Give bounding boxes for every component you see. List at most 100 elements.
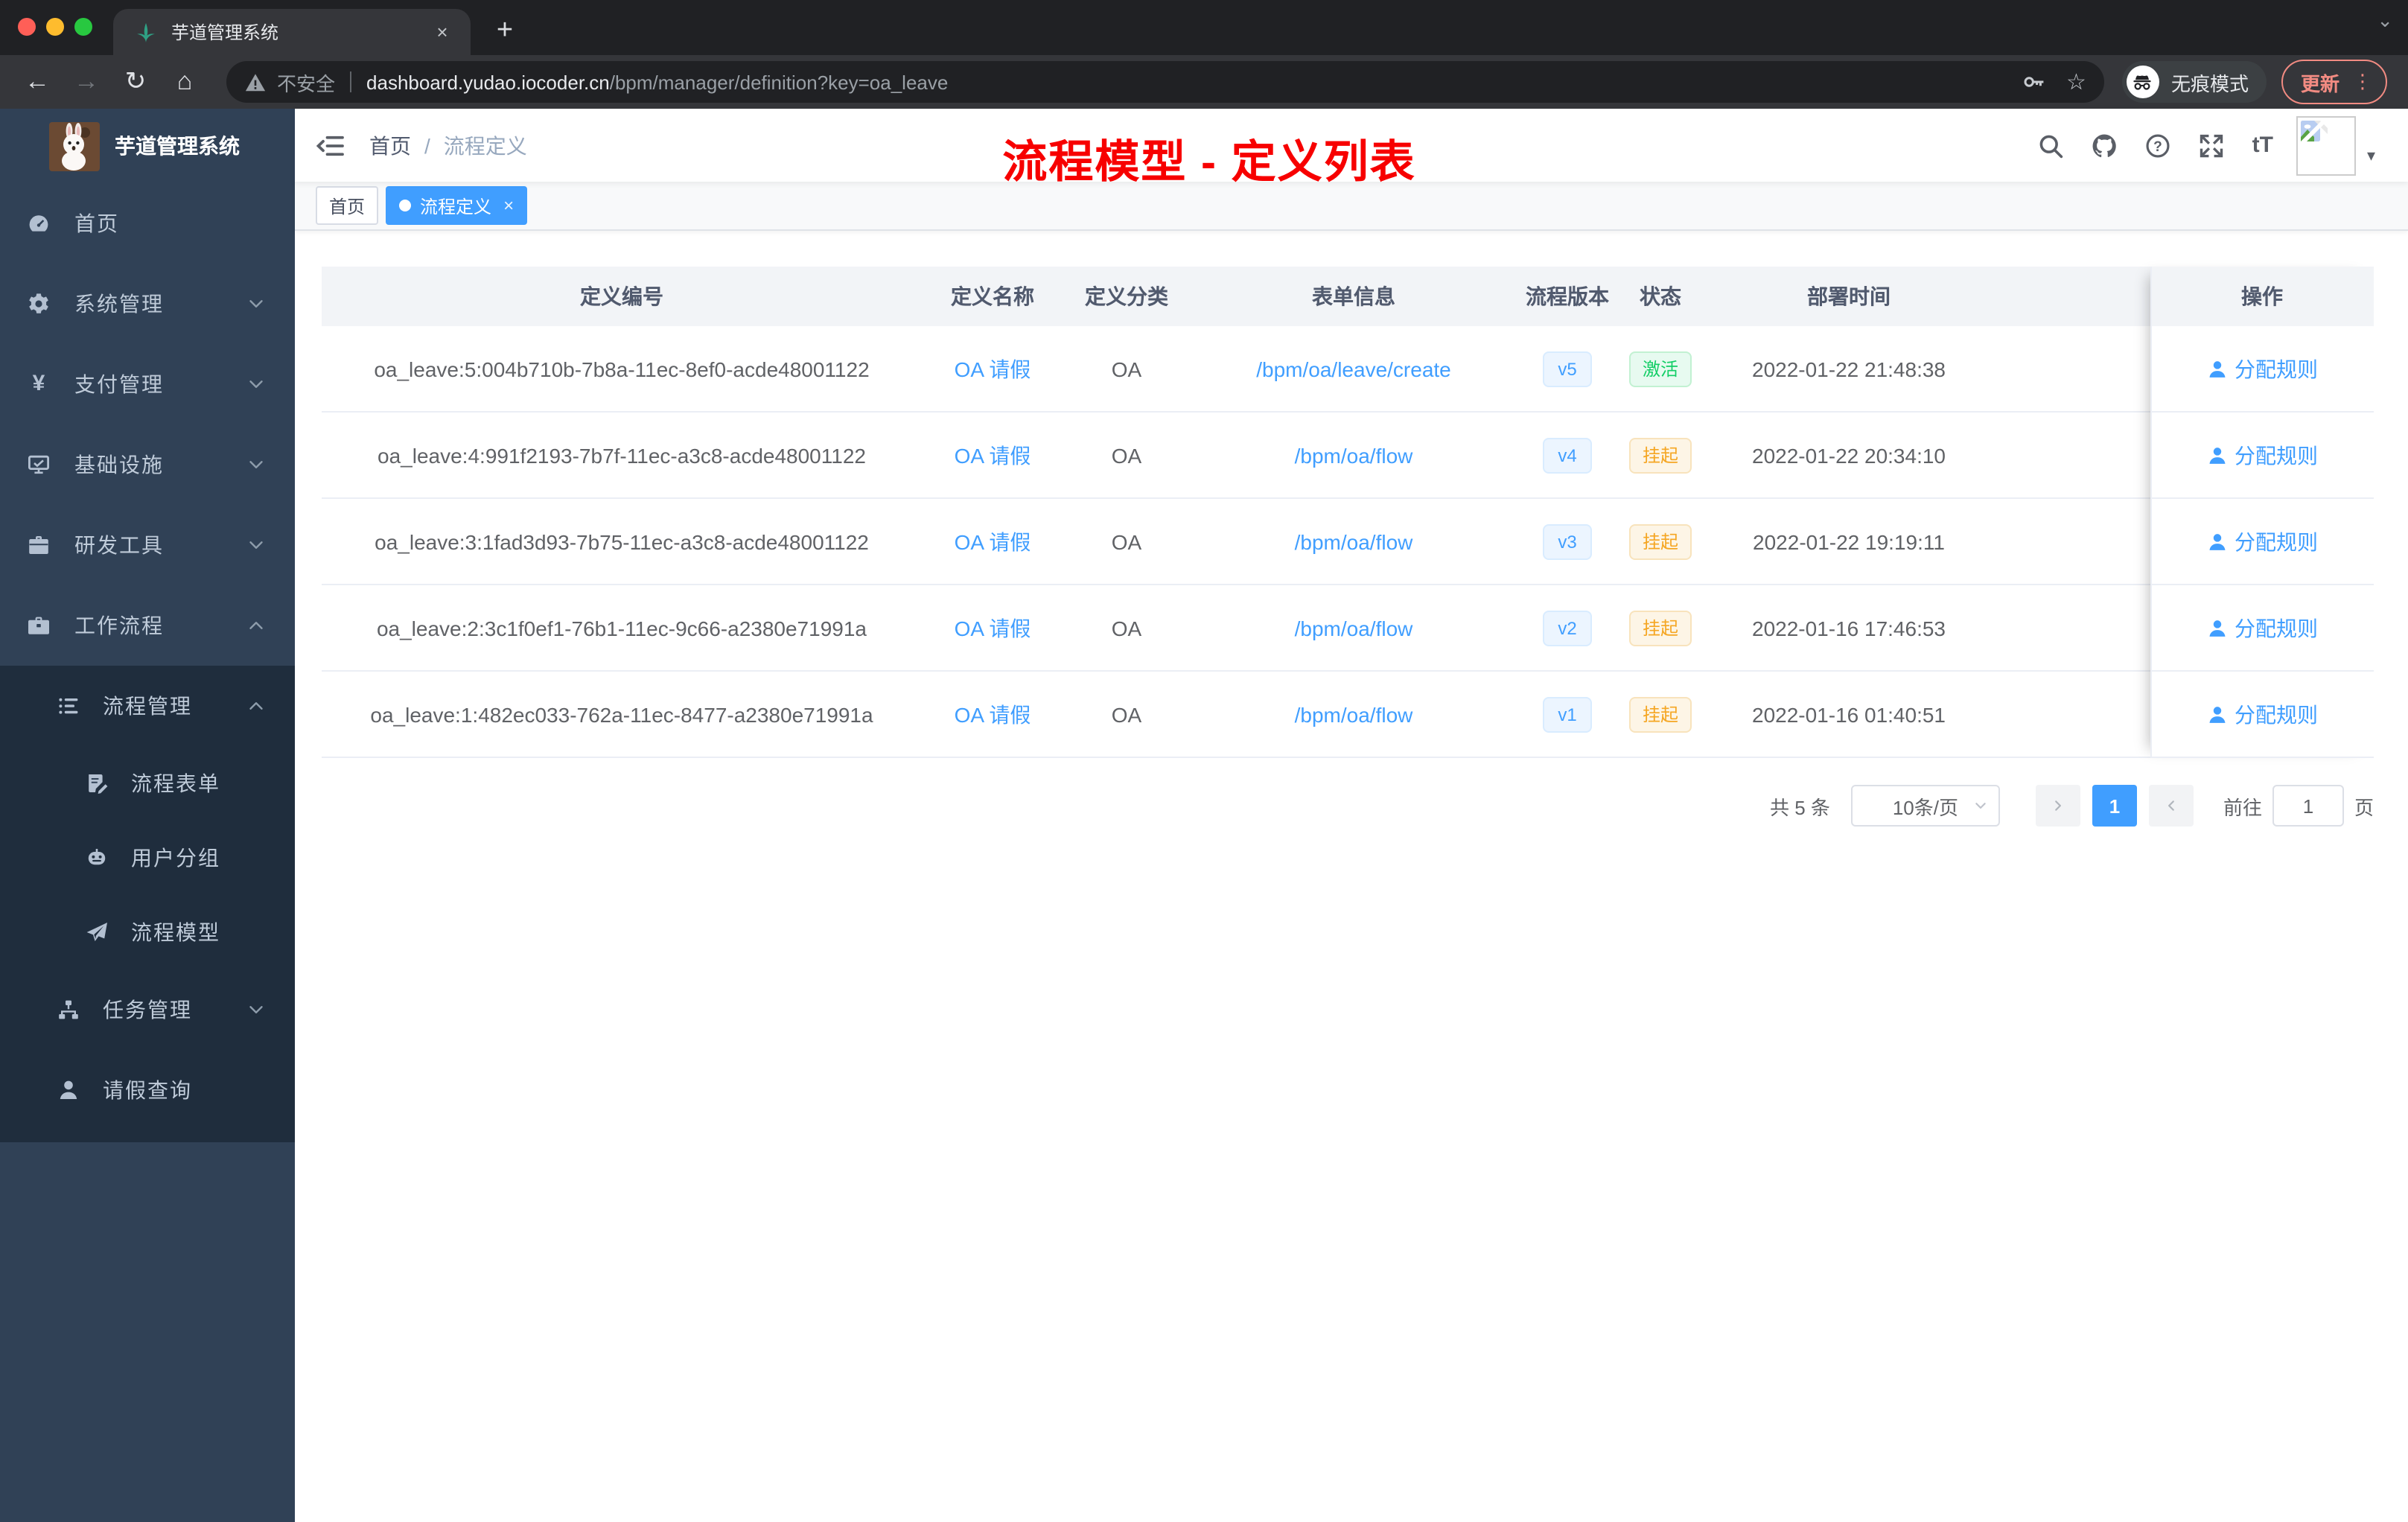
version-badge: v4 — [1543, 437, 1592, 473]
assign-rule-button[interactable]: 分配规则 — [2206, 699, 2318, 729]
yuan-icon: ¥ — [32, 371, 45, 396]
github-icon[interactable] — [2092, 132, 2118, 159]
sidebar-item-leave-query[interactable]: 请假查询 — [0, 1050, 295, 1130]
person-icon — [2206, 358, 2227, 379]
gear-icon — [27, 292, 51, 316]
sidebar-item-payment[interactable]: ¥ 支付管理 — [0, 344, 295, 424]
tag-process-definition[interactable]: 流程定义 × — [386, 186, 528, 225]
list-icon — [57, 694, 80, 718]
sidebar-item-infrastructure[interactable]: 基础设施 — [0, 424, 295, 505]
sidebar-item-label: 任务管理 — [103, 998, 192, 1022]
table-row: oa_leave:3:1fad3d93-7b75-11ec-a3c8-acde4… — [322, 499, 2374, 585]
maximize-window-button[interactable] — [74, 18, 92, 36]
status-badge: 激活 — [1628, 351, 1692, 386]
assign-rule-button[interactable]: 分配规则 — [2206, 440, 2318, 470]
sidebar-item-dev-tools[interactable]: 研发工具 — [0, 505, 295, 585]
current-page-button[interactable]: 1 — [2092, 785, 2137, 827]
sidebar-item-label: 研发工具 — [74, 533, 164, 557]
definition-name-link[interactable]: OA 请假 — [955, 354, 1031, 383]
user-avatar[interactable] — [2296, 115, 2357, 175]
next-page-button[interactable] — [2148, 785, 2194, 827]
form-link[interactable]: /bpm/oa/flow — [1295, 443, 1413, 467]
tab-strip: 芋道管理系统 × + ⌄ — [0, 0, 2408, 55]
favicon-leaf-icon — [134, 20, 158, 44]
tag-label: 流程定义 — [420, 196, 492, 217]
sidebar-item-task-management[interactable]: 任务管理 — [0, 969, 295, 1050]
breadcrumb-home[interactable]: 首页 — [369, 130, 411, 160]
column-header: 定义分类 — [1085, 284, 1168, 308]
browser-menu-icon[interactable]: ⋮ — [2353, 70, 2372, 94]
sidebar-item-label: 流程管理 — [103, 694, 192, 718]
page-size-select[interactable]: 10条/页 — [1850, 785, 2000, 827]
browser-chrome: 芋道管理系统 × + ⌄ ← → ↻ ⌂ 不安全 dashboard.yudao… — [0, 0, 2408, 109]
definition-name-link[interactable]: OA 请假 — [955, 699, 1031, 729]
password-key-icon[interactable] — [2022, 70, 2045, 94]
definition-name-link[interactable]: OA 请假 — [955, 526, 1031, 556]
robot-icon — [85, 846, 109, 870]
insecure-label: 不安全 — [277, 72, 336, 95]
goto-page-input[interactable] — [2272, 785, 2344, 827]
home-button[interactable]: ⌂ — [165, 67, 204, 97]
select-caret-icon — [1973, 798, 1988, 813]
browser-tab[interactable]: 芋道管理系统 × — [113, 9, 471, 55]
form-link[interactable]: /bpm/oa/flow — [1295, 702, 1413, 726]
form-link[interactable]: /bpm/oa/flow — [1295, 616, 1413, 640]
tag-close-icon[interactable]: × — [503, 195, 514, 216]
sidebar-logo[interactable]: 芋道管理系统 — [0, 109, 295, 183]
tag-home[interactable]: 首页 — [316, 186, 379, 225]
prev-page-button[interactable] — [2035, 785, 2080, 827]
update-button[interactable]: 更新 ⋮ — [2281, 60, 2387, 104]
active-dot-icon — [399, 200, 412, 211]
chevron-down-icon — [247, 1001, 265, 1019]
user-icon — [57, 1078, 80, 1102]
version-badge: v5 — [1543, 351, 1592, 386]
sidebar-item-process-form[interactable]: 流程表单 — [0, 746, 295, 821]
chevron-up-icon — [247, 617, 265, 634]
chevron-right-icon — [2164, 798, 2179, 813]
font-size-icon[interactable]: tT — [2252, 133, 2273, 158]
sidebar-collapse-icon[interactable] — [316, 130, 345, 160]
chevron-up-icon — [247, 697, 265, 715]
tab-close-icon[interactable]: × — [429, 19, 456, 45]
assign-rule-button[interactable]: 分配规则 — [2206, 354, 2318, 383]
forward-button[interactable]: → — [67, 67, 106, 97]
back-button[interactable]: ← — [18, 67, 57, 97]
sidebar-item-label: 首页 — [74, 211, 119, 235]
sidebar-item-home[interactable]: 首页 — [0, 183, 295, 264]
assign-rule-button[interactable]: 分配规则 — [2206, 613, 2318, 643]
address-bar[interactable]: 不安全 dashboard.yudao.iocoder.cn /bpm/mana… — [226, 61, 2104, 103]
sidebar-item-label: 用户分组 — [131, 846, 220, 870]
sidebar-item-process-management[interactable]: 流程管理 — [0, 666, 295, 746]
definition-id: oa_leave:4:991f2193-7b7f-11ec-a3c8-acde4… — [378, 443, 866, 467]
assign-rule-button[interactable]: 分配规则 — [2206, 526, 2318, 556]
sidebar-item-process-model[interactable]: 流程模型 — [0, 895, 295, 969]
sidebar-item-workflow[interactable]: 工作流程 — [0, 585, 295, 666]
avatar-caret-icon[interactable]: ▾ — [2367, 146, 2375, 165]
breadcrumb-separator: / — [424, 133, 430, 157]
help-icon[interactable] — [2145, 132, 2172, 159]
incognito-icon — [2126, 66, 2159, 98]
url-path: /bpm/manager/definition?key=oa_leave — [609, 71, 949, 93]
deploy-time: 2022-01-22 19:19:11 — [1753, 529, 1945, 553]
minimize-window-button[interactable] — [46, 18, 64, 36]
tab-title: 芋道管理系统 — [171, 22, 279, 43]
reload-button[interactable]: ↻ — [116, 67, 155, 97]
app-title: 芋道管理系统 — [115, 134, 240, 158]
definition-name-link[interactable]: OA 请假 — [955, 440, 1031, 470]
form-link[interactable]: /bpm/oa/leave/create — [1256, 357, 1451, 380]
bookmark-star-icon[interactable]: ☆ — [2066, 69, 2086, 95]
search-icon[interactable] — [2038, 132, 2065, 159]
close-window-button[interactable] — [18, 18, 36, 36]
url-host: dashboard.yudao.iocoder.cn — [366, 71, 610, 93]
version-badge: v3 — [1543, 523, 1592, 559]
tab-search-caret-icon[interactable]: ⌄ — [2377, 9, 2393, 33]
fullscreen-icon[interactable] — [2199, 132, 2226, 159]
tag-label: 首页 — [329, 196, 366, 217]
sidebar-item-user-group[interactable]: 用户分组 — [0, 821, 295, 895]
new-tab-button[interactable]: + — [485, 12, 524, 51]
insecure-warning-icon — [244, 71, 267, 93]
definition-name-link[interactable]: OA 请假 — [955, 613, 1031, 643]
form-link[interactable]: /bpm/oa/flow — [1295, 529, 1413, 553]
definition-category: OA — [1111, 529, 1142, 553]
sidebar-item-system[interactable]: 系统管理 — [0, 264, 295, 344]
